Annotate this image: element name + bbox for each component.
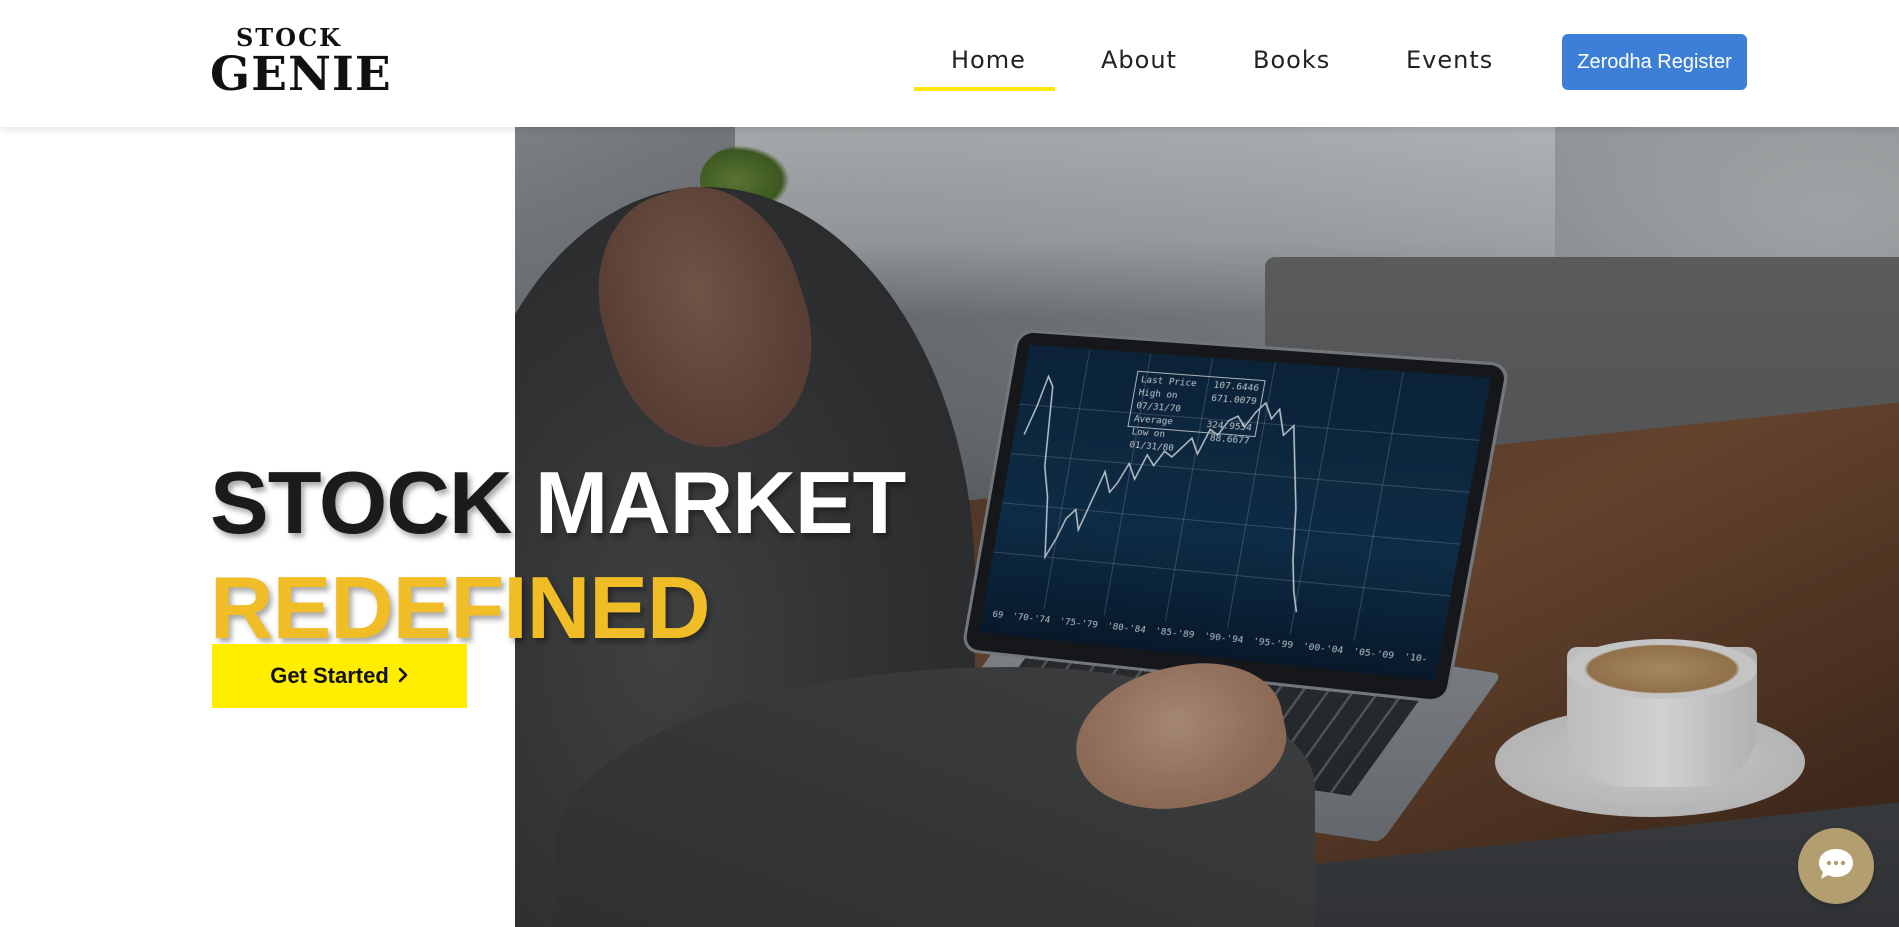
get-started-label: Get Started (270, 663, 389, 688)
logo-bottom: GENIE (210, 47, 392, 102)
hero-title-word-stock: STOCK (210, 452, 512, 552)
hero-title-line-2: REDEFINED (210, 557, 710, 657)
nav-about[interactable]: About (1101, 46, 1177, 74)
chevron-right-icon (397, 663, 409, 689)
site-header: STOCK GENIE Home About Books Events Zero… (0, 0, 1899, 127)
nav-active-indicator (914, 87, 1055, 91)
nav-events[interactable]: Events (1406, 46, 1493, 74)
zerodha-register-button[interactable]: Zerodha Register (1562, 34, 1747, 90)
nav-books[interactable]: Books (1253, 46, 1330, 74)
logo[interactable]: STOCK GENIE (210, 26, 392, 102)
hero-title-word-market: MARKET (534, 452, 906, 552)
chat-button[interactable] (1798, 828, 1874, 904)
get-started-button[interactable]: Get Started (212, 644, 467, 708)
hero-title-line-1: STOCK MARKET (210, 458, 906, 547)
nav-home[interactable]: Home (951, 46, 1026, 74)
chat-bubble-icon (1816, 846, 1856, 887)
